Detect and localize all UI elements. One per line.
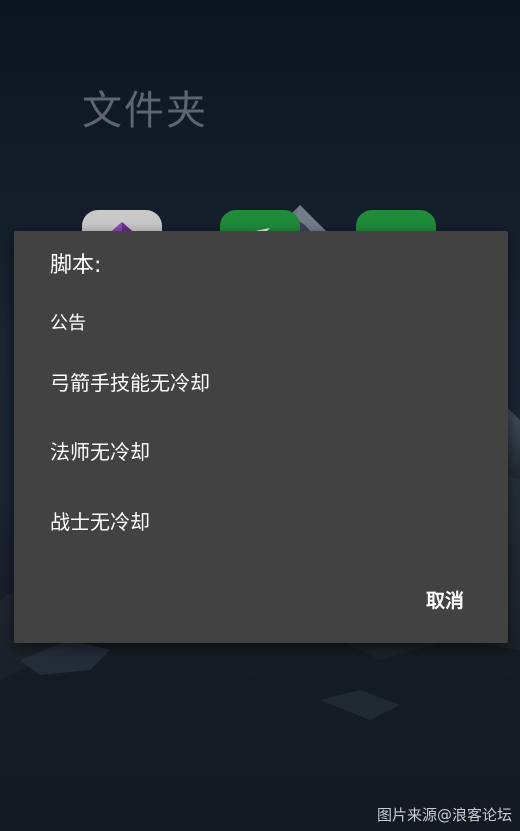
script-dialog: 脚本: 公告 弓箭手技能无冷却 法师无冷却 战士无冷却 取消 <box>14 231 508 643</box>
menu-item-announcement[interactable]: 公告 <box>50 309 86 335</box>
menu-item-mage-no-cooldown[interactable]: 法师无冷却 <box>50 436 150 465</box>
dialog-title: 脚本: <box>50 253 102 278</box>
folder-title: 文件夹 <box>82 88 208 134</box>
home-screen: 文件夹 脚本: 公告 弓箭手技能无冷却 法师无冷却 战士无冷却 取消 图片来源@… <box>0 0 520 831</box>
cancel-button[interactable]: 取消 <box>426 586 464 613</box>
menu-item-archer-no-cooldown[interactable]: 弓箭手技能无冷却 <box>50 367 210 396</box>
watermark: 图片来源@浪客论坛 <box>376 806 512 824</box>
menu-item-warrior-no-cooldown[interactable]: 战士无冷却 <box>50 506 150 535</box>
